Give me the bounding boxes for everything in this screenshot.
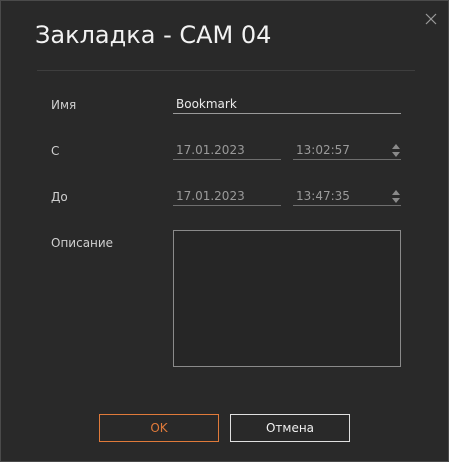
close-button[interactable] bbox=[424, 12, 438, 26]
from-time-value: 13:02:57 bbox=[296, 143, 350, 157]
from-time-input[interactable]: 13:02:57 bbox=[293, 140, 401, 160]
to-label: До bbox=[51, 190, 68, 204]
description-label: Описание bbox=[51, 236, 114, 250]
description-textarea[interactable] bbox=[173, 230, 401, 367]
name-input-value: Bookmark bbox=[176, 97, 237, 111]
close-icon bbox=[425, 13, 437, 25]
to-time-spinner[interactable] bbox=[392, 190, 400, 204]
title-divider bbox=[37, 70, 415, 71]
spinner-arrows-icon bbox=[392, 190, 400, 203]
bookmark-dialog: Закладка - CAM 04 Имя Bookmark С 17.01.2… bbox=[0, 0, 449, 462]
dialog-title: Закладка - CAM 04 bbox=[35, 21, 272, 49]
name-label: Имя bbox=[51, 98, 77, 112]
from-date-input[interactable]: 17.01.2023 bbox=[173, 140, 281, 160]
spinner-arrows-icon bbox=[392, 144, 400, 157]
to-time-value: 13:47:35 bbox=[296, 189, 350, 203]
cancel-button[interactable]: Отмена bbox=[230, 414, 350, 442]
to-time-input[interactable]: 13:47:35 bbox=[293, 186, 401, 206]
from-time-spinner[interactable] bbox=[392, 144, 400, 158]
ok-button[interactable]: OK bbox=[99, 414, 219, 442]
to-date-input[interactable]: 17.01.2023 bbox=[173, 186, 281, 206]
to-date-value: 17.01.2023 bbox=[176, 189, 245, 203]
name-input[interactable]: Bookmark bbox=[173, 94, 401, 114]
from-label: С bbox=[51, 144, 60, 158]
from-date-value: 17.01.2023 bbox=[176, 143, 245, 157]
